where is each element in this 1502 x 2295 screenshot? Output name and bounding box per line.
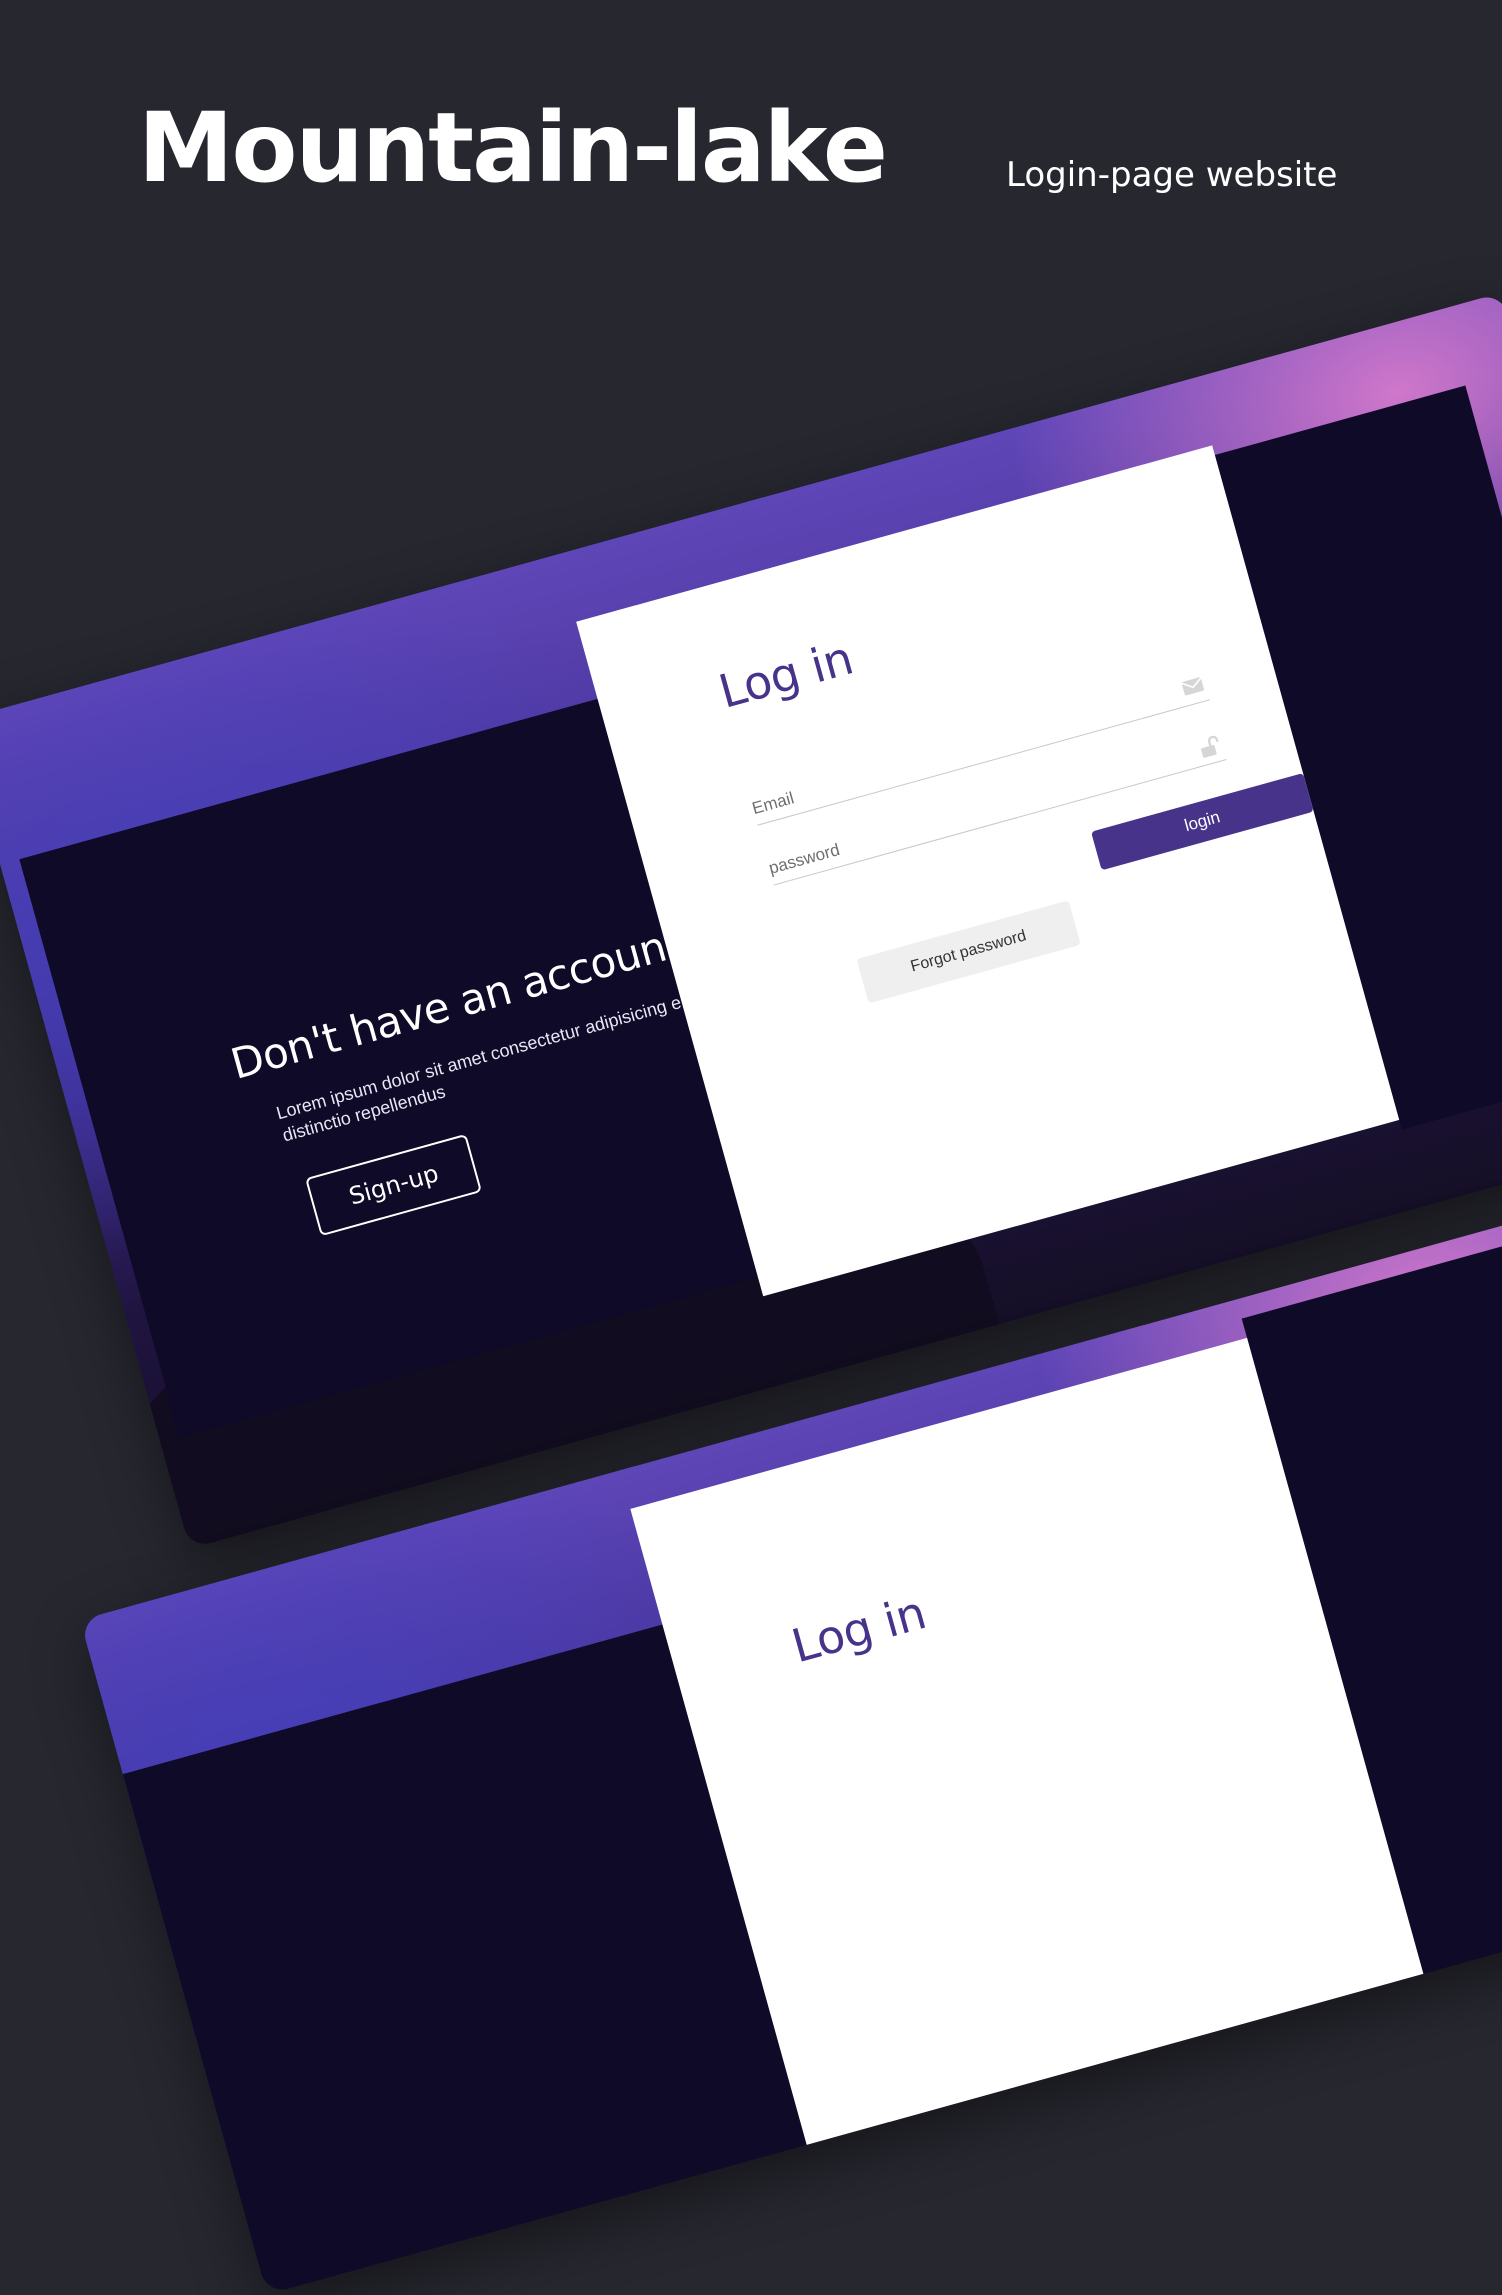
signup-button[interactable]: Sign-up [305, 1133, 483, 1237]
envelope-icon [1180, 675, 1206, 698]
password-placeholder: password [766, 840, 842, 878]
forgot-password-button[interactable]: Forgot password [856, 900, 1081, 1004]
page-subtitle: Login-page website [1006, 155, 1338, 195]
login-heading: Log in [713, 630, 859, 719]
page-title: Mountain-lake [138, 92, 888, 204]
login-heading-secondary: Log in [786, 1585, 932, 1674]
unlock-icon [1196, 734, 1222, 758]
email-placeholder: Email [750, 788, 797, 819]
